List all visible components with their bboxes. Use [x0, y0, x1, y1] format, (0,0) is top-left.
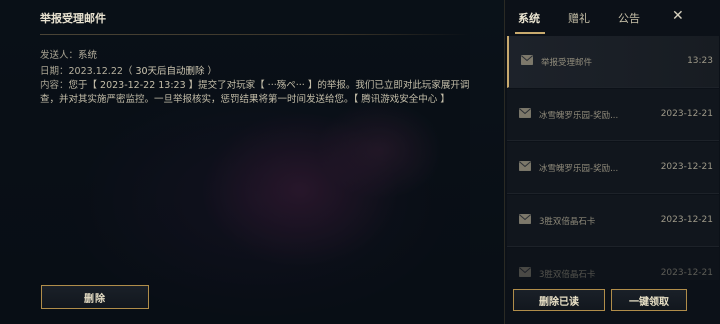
mail-sidebar: 系统 赠礼 公告 ✕ 举报受理邮件 13:23 冰雪魄罗乐园-奖励... 202…: [504, 0, 720, 324]
date-label: 日期：: [40, 66, 69, 77]
mail-date: 2023-12-21: [660, 162, 713, 172]
mail-content: 内容：您于【 2023-12-22 13:23 】提交了对玩家【 ···殇ペ··…: [40, 79, 472, 107]
mail-title: 举报受理邮件: [40, 12, 106, 25]
envelope-icon: [519, 161, 531, 171]
sender-label: 发送人：: [40, 50, 79, 61]
mail-list: 举报受理邮件 13:23 冰雪魄罗乐园-奖励... 2023-12-21 冰雪魄…: [505, 36, 720, 280]
auto-delete-note: （ 30天后自动删除 ）: [122, 66, 218, 77]
date-value: 2023.12.22: [68, 66, 123, 77]
envelope-icon: [519, 214, 531, 224]
mail-date: 13:23: [687, 56, 713, 66]
envelope-icon: [519, 108, 531, 118]
envelope-icon: [519, 267, 531, 277]
mail-date: 2023-12-21: [660, 109, 713, 119]
close-icon[interactable]: ✕: [672, 8, 684, 24]
mail-date: 2023-12-21: [660, 215, 713, 225]
claim-all-button[interactable]: 一键领取: [611, 289, 687, 311]
mail-tabs: 系统 赠礼 公告 ✕: [505, 0, 720, 36]
mail-subject: 3胜双倍晶石卡: [539, 217, 596, 227]
sender-value: 系统: [78, 50, 98, 61]
mail-list-item[interactable]: 冰雪魄罗乐园-奖励... 2023-12-21: [507, 142, 719, 194]
mail-subject: 冰雪魄罗乐园-奖励...: [539, 111, 619, 121]
delete-button[interactable]: 删除: [41, 285, 149, 309]
content-label: 内容：: [40, 80, 69, 91]
sender-line: 发送人：系统: [40, 47, 97, 61]
mail-date: 2023-12-21: [660, 268, 713, 278]
mail-subject: 3胜双倍晶石卡: [539, 270, 596, 280]
tab-announcement[interactable]: 公告: [618, 10, 640, 26]
active-tab-indicator: [515, 32, 545, 34]
date-line: 日期：2023.12.22（ 30天后自动删除 ）: [40, 63, 217, 77]
mail-list-item[interactable]: 冰雪魄罗乐园-奖励... 2023-12-21: [507, 89, 719, 141]
tab-gift[interactable]: 赠礼: [568, 10, 590, 26]
delete-read-button[interactable]: 删除已读: [513, 289, 605, 311]
tab-system[interactable]: 系统: [518, 10, 540, 26]
mail-list-item[interactable]: 3胜双倍晶石卡 2023-12-21: [507, 195, 719, 247]
title-divider: [40, 34, 470, 35]
content-text: 您于【 2023-12-22 13:23 】提交了对玩家【 ···殇ペ··· 】…: [40, 80, 470, 105]
mail-subject: 冰雪魄罗乐园-奖励...: [539, 164, 619, 174]
mail-detail-panel: 举报受理邮件 发送人：系统 日期：2023.12.22（ 30天后自动删除 ） …: [0, 0, 504, 324]
mail-list-item[interactable]: 3胜双倍晶石卡 2023-12-21: [507, 248, 719, 280]
mail-list-item[interactable]: 举报受理邮件 13:23: [507, 36, 719, 88]
envelope-icon: [521, 55, 533, 65]
mail-screen: 举报受理邮件 发送人：系统 日期：2023.12.22（ 30天后自动删除 ） …: [0, 0, 720, 324]
mail-subject: 举报受理邮件: [541, 58, 593, 68]
